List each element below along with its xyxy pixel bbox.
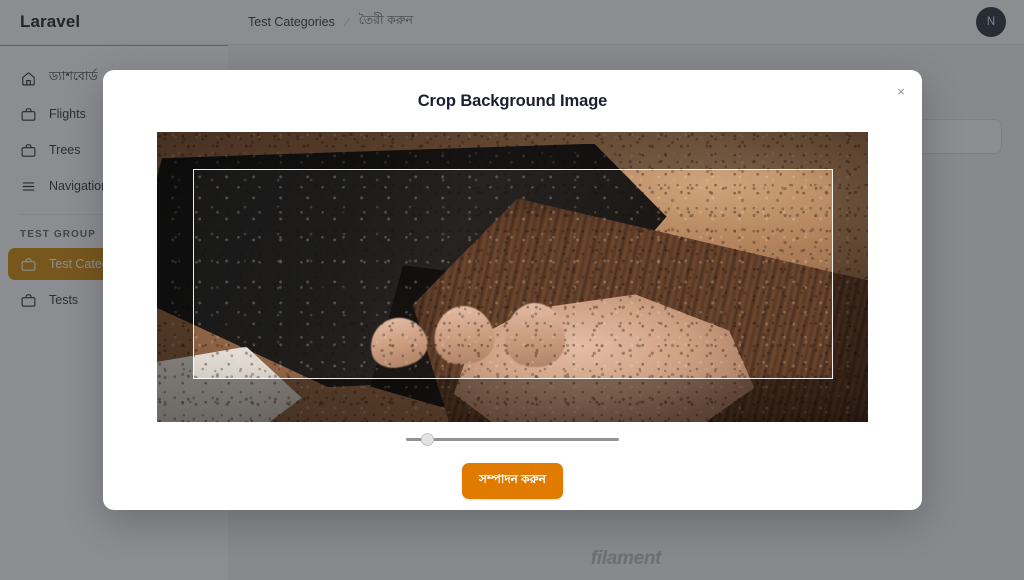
submit-crop-button[interactable]: সম্পাদন করুন (462, 463, 563, 499)
zoom-slider[interactable] (406, 433, 619, 446)
zoom-slider-thumb[interactable] (420, 433, 434, 446)
crop-modal: × Crop Background Image সম্পাদন করুন (103, 70, 922, 510)
image-cropper[interactable] (157, 132, 868, 422)
app-root: Laravel ড্যাশবোর্ড Flights (0, 0, 1024, 580)
modal-actions: সম্পাদন করুন (462, 463, 563, 499)
crop-selection-box[interactable] (190, 166, 836, 382)
crop-handle-bottom-right[interactable] (829, 375, 836, 382)
crop-handle-bottom-left[interactable] (190, 375, 197, 382)
close-icon[interactable]: × (890, 80, 912, 102)
modal-title: Crop Background Image (417, 92, 608, 110)
crop-handle-top-left[interactable] (190, 166, 197, 173)
crop-handle-top-right[interactable] (829, 166, 836, 173)
zoom-slider-row (157, 433, 868, 446)
